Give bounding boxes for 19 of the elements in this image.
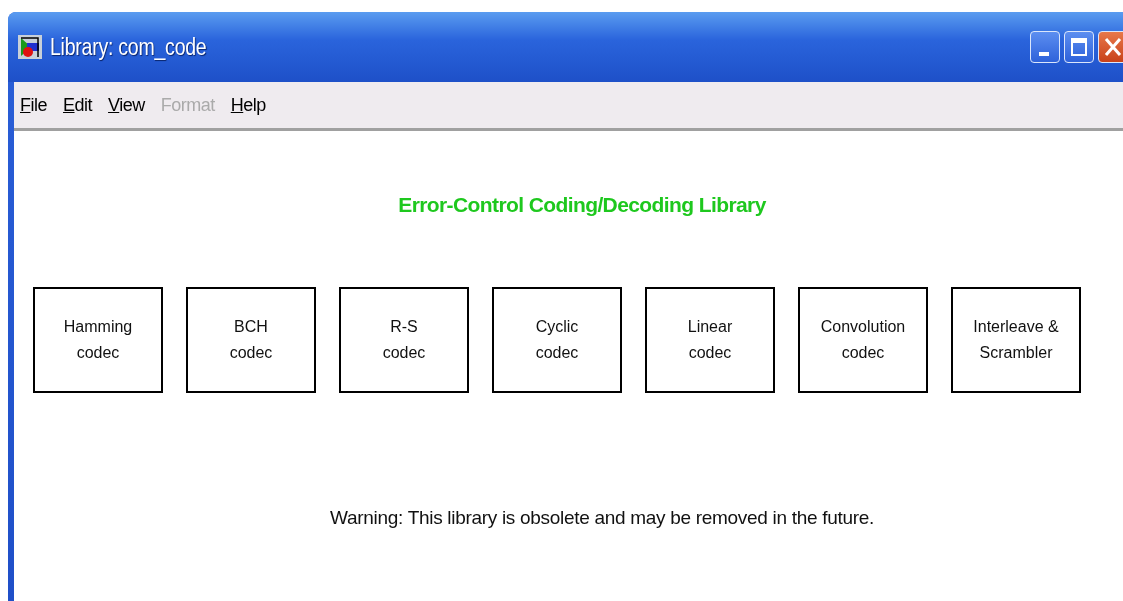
library-block[interactable]: Interleave & Scrambler — [951, 287, 1081, 393]
window-title: Library: com_code — [50, 33, 207, 61]
menu-item[interactable]: File — [20, 94, 47, 116]
library-block[interactable]: Linear codec — [645, 287, 775, 393]
library-block[interactable]: Hamming codec — [33, 287, 163, 393]
close-icon — [1103, 36, 1123, 58]
library-block[interactable]: Convolution codec — [798, 287, 928, 393]
menu-item[interactable]: Edit — [63, 94, 93, 116]
menu-item[interactable]: Help — [230, 94, 266, 116]
maximize-button[interactable] — [1064, 31, 1094, 63]
library-block[interactable]: BCH codec — [186, 287, 316, 393]
menu-item[interactable]: View — [108, 94, 145, 116]
minimize-button[interactable] — [1030, 31, 1060, 63]
model-icon — [18, 35, 42, 59]
library-heading: Error-Control Coding/Decoding Library — [397, 193, 767, 217]
library-block[interactable]: Cyclic codec — [492, 287, 622, 393]
warning-text: Warning: This library is obsolete and may be removed in the future. — [329, 507, 875, 529]
library-block[interactable]: R-S codec — [339, 287, 469, 393]
close-button[interactable] — [1098, 31, 1123, 63]
